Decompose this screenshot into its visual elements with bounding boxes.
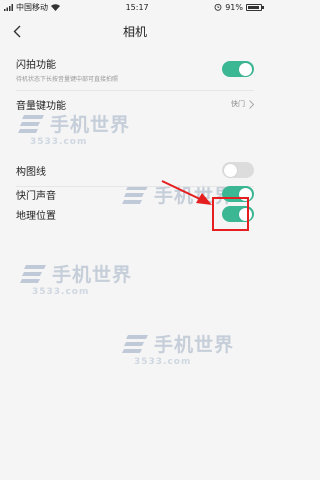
wifi-icon: [51, 3, 60, 11]
setting-burst-shot[interactable]: 闪拍功能 待机状态下长按音量键中部可直接拍照: [0, 50, 270, 88]
watermark-text: 手机世界: [52, 264, 133, 286]
watermark-text: 手机世界: [154, 334, 235, 356]
volume-key-value: 快门: [231, 100, 245, 108]
battery-icon: [246, 3, 264, 11]
setting-label: 音量键功能: [16, 100, 66, 112]
battery-percent: 91%: [225, 2, 243, 12]
setting-label: 快门声音: [16, 190, 56, 202]
annotation-arrow-icon: [161, 180, 212, 205]
watermark: 手机世界 3533.com: [122, 330, 234, 367]
status-right: 91%: [214, 2, 264, 12]
watermark: 手机世界 3533.com: [20, 260, 132, 297]
setting-label: 地理位置: [16, 210, 56, 222]
grid-lines-toggle[interactable]: [222, 162, 254, 178]
setting-value: 快门: [231, 99, 254, 109]
watermark-sub: 3533.com: [30, 137, 88, 147]
header: 相机: [0, 14, 270, 48]
setting-sublabel: 待机状态下长按音量键中部可直接拍照: [16, 75, 119, 83]
page-title: 相机: [122, 24, 147, 39]
watermark-logo-icon: [122, 334, 148, 353]
setting-grid-lines[interactable]: 构图线: [0, 158, 270, 182]
setting-volume-key[interactable]: 音量键功能 快门: [0, 90, 270, 118]
alarm-icon: [214, 3, 222, 11]
carrier-name: 中国移动: [16, 2, 48, 12]
chevron-right-icon: [249, 99, 254, 109]
chevron-left-icon: [13, 25, 21, 37]
burst-shot-toggle[interactable]: [222, 61, 254, 77]
status-time: 15:17: [125, 2, 149, 12]
signal-icon: [4, 3, 13, 11]
setting-label: 闪拍功能: [16, 59, 56, 71]
back-button[interactable]: [8, 22, 26, 40]
watermark-sub: 3533.com: [134, 357, 192, 367]
watermark-sub: 3533.com: [32, 287, 90, 297]
setting-label: 构图线: [16, 166, 46, 178]
status-left: 中国移动: [4, 2, 60, 13]
status-bar: 中国移动 15:17 91%: [0, 0, 270, 14]
watermark-logo-icon: [20, 264, 46, 283]
